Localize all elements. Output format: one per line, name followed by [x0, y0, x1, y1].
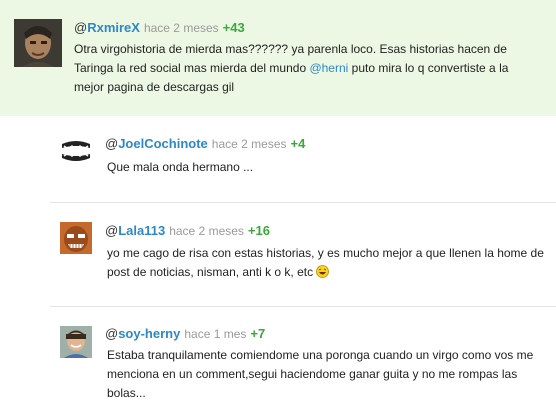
username-link[interactable]: JoelCochinote [118, 136, 208, 151]
at-symbol: @ [105, 136, 119, 151]
comment-header: @Lala113 hace 2 meses +16 [105, 223, 270, 239]
comment-header: @soy-herny hace 1 mes +7 [105, 326, 265, 342]
username-link[interactable]: Lala113 [118, 223, 165, 238]
comment-soy-herny: @soy-herny hace 1 mes +7 Estaba tranquilam… [50, 307, 556, 416]
user-avatar[interactable] [60, 326, 92, 358]
user-avatar[interactable] [60, 136, 92, 168]
comment-timestamp[interactable]: hace 2 meses [169, 224, 244, 238]
username-link[interactable]: RxmireX [87, 20, 140, 35]
comment-header: @JoelCochinote hace 2 meses +4 [105, 136, 305, 152]
comment-text: yo me cago de risa con estas historias, … [107, 244, 547, 282]
comment-text: Otra virgohistoria de mierda mas?????? y… [74, 40, 536, 97]
vote-count: +43 [222, 20, 245, 35]
user-avatar[interactable] [14, 19, 62, 67]
comment-rxmirex: @RxmireX hace 2 meses +43 Otra virgohistor… [0, 0, 556, 116]
comment-text: Que mala onda hermano ... [107, 160, 254, 174]
mention-link[interactable]: @herni [309, 61, 348, 75]
comment-timestamp[interactable]: hace 1 mes [184, 327, 246, 341]
comment-timestamp[interactable]: hace 2 meses [144, 21, 219, 35]
laughing-emoji-icon [316, 265, 330, 278]
vote-count: +4 [290, 136, 306, 151]
comment-header: @RxmireX hace 2 meses +43 [74, 20, 245, 36]
at-symbol: @ [105, 326, 119, 341]
comment-lala113: @Lala113 hace 2 meses +16 yo me cago de ri… [50, 203, 556, 307]
username-link[interactable]: soy-herny [118, 326, 180, 341]
comment-timestamp[interactable]: hace 2 meses [212, 137, 287, 151]
at-symbol: @ [74, 20, 88, 35]
comment-text: Estaba tranquilamente comiendome una por… [107, 348, 534, 400]
at-symbol: @ [105, 223, 119, 238]
comment-joelcochinote: @JoelCochinote hace 2 meses +4 Que mala on… [50, 116, 556, 203]
vote-count: +16 [247, 223, 270, 238]
user-avatar[interactable] [60, 222, 92, 254]
vote-count: +7 [250, 326, 266, 341]
